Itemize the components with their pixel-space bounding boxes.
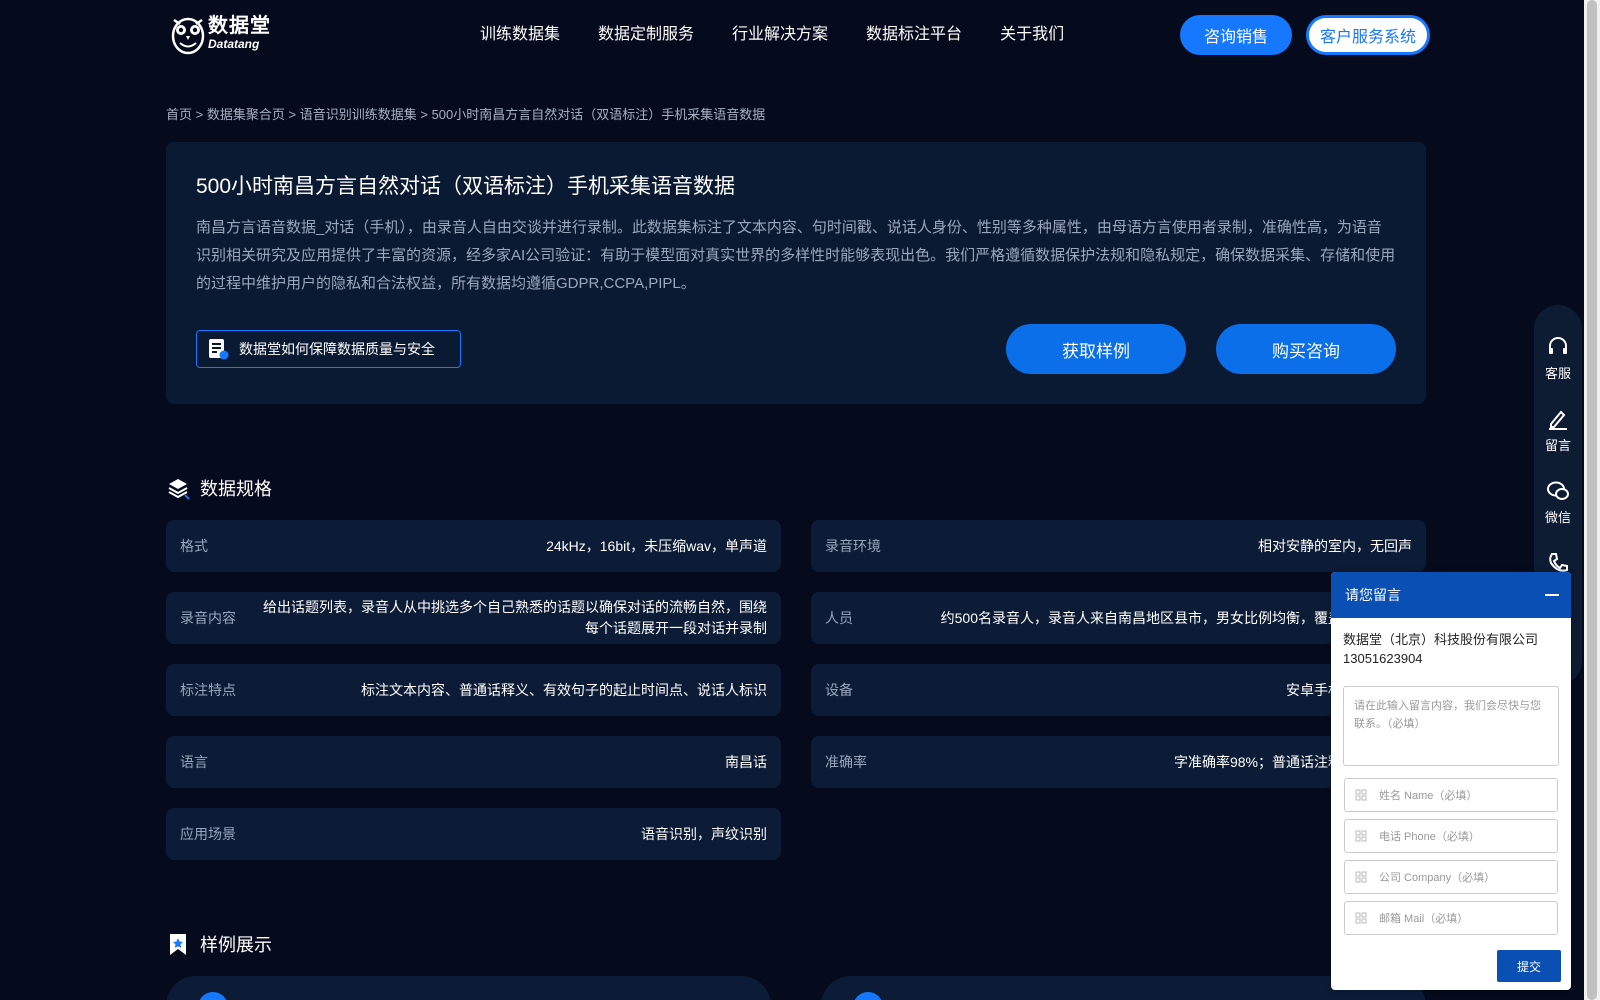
spec-row: 格式 24kHz，16bit，未压缩wav，单声道 — [166, 520, 781, 572]
page-title: 500小时南昌方言自然对话（双语标注）手机采集语音数据 — [196, 175, 736, 198]
field-grid-icon — [1355, 830, 1367, 842]
field-placeholder: 邮箱 Mail（必填） — [1379, 913, 1469, 925]
spec-key: 设备 — [825, 682, 853, 698]
wechat-icon — [1547, 481, 1569, 500]
spec-key: 录音环境 — [825, 538, 881, 554]
spec-key: 格式 — [180, 538, 208, 554]
spec-row: 语言 南昌话 — [166, 736, 781, 788]
quality-security-link[interactable]: 数据堂如何保障数据质量与安全 — [196, 330, 461, 368]
nav-datasets[interactable]: 训练数据集 — [480, 20, 560, 44]
sidebar-label: 留言 — [1544, 438, 1571, 453]
spec-value: 给出话题列表，录音人从中挑选多个自己熟悉的话题以确保对话的流畅自然，围绕每个话题… — [263, 599, 767, 636]
logo-cn-text: 数据堂 — [208, 15, 271, 37]
name-field[interactable]: 姓名 Name（必填） — [1344, 778, 1558, 812]
sample-badge-icon — [198, 992, 228, 1000]
company-field[interactable]: 公司 Company（必填） — [1344, 860, 1558, 894]
message-title: 请您留言 — [1345, 587, 1401, 603]
spec-value: 语音识别，声纹识别 — [641, 825, 767, 842]
logo-en-text: Datatang — [208, 37, 260, 51]
sidebar-label: 微信 — [1544, 510, 1571, 525]
spec-key: 人员 — [825, 610, 853, 626]
scrollbar-thumb[interactable] — [1587, 0, 1597, 1000]
nav-about[interactable]: 关于我们 — [1000, 20, 1064, 44]
buy-consult-button[interactable]: 购买咨询 — [1216, 324, 1396, 374]
spec-key: 准确率 — [825, 754, 867, 770]
sidebar-label: 客服 — [1544, 366, 1571, 381]
sample-card — [166, 976, 771, 1000]
sidebar-message[interactable]: 留言 — [1534, 407, 1582, 454]
site-header: 数据堂 Datatang 训练数据集 数据定制服务 行业解决方案 数据标注平台 … — [0, 0, 1568, 70]
nav-custom-service[interactable]: 数据定制服务 — [598, 20, 694, 44]
spec-row: 录音环境 相对安静的室内，无回声 — [811, 520, 1426, 572]
field-placeholder: 公司 Company（必填） — [1379, 872, 1496, 884]
sidebar-wechat[interactable]: 微信 — [1534, 479, 1582, 526]
samples-title-text: 样例展示 — [200, 935, 272, 955]
headset-icon — [1549, 337, 1567, 354]
owl-logo-icon — [171, 17, 205, 55]
dataset-description: 南昌方言语音数据_对话（手机），由录音人自由交谈并进行录制。此数据集标注了文本内… — [196, 219, 1396, 292]
page-scrollbar[interactable] — [1584, 0, 1600, 1000]
spec-value: 南昌话 — [725, 753, 767, 770]
breadcrumb: 首页 > 数据集聚合页 > 语音识别训练数据集 > 500小时南昌方言自然对话（… — [166, 104, 765, 123]
customer-service-button[interactable]: 客户服务系统 — [1306, 15, 1430, 55]
breadcrumb-sep: > — [420, 107, 428, 122]
phone-field[interactable]: 电话 Phone（必填） — [1344, 819, 1558, 853]
submit-button[interactable]: 提交 — [1497, 950, 1561, 982]
sidebar-customer-service[interactable]: 客服 — [1534, 335, 1582, 382]
edit-icon — [1549, 410, 1567, 430]
spec-title-text: 数据规格 — [200, 479, 272, 499]
field-grid-icon — [1355, 871, 1367, 883]
breadcrumb-level1[interactable]: 数据集聚合页 — [207, 107, 285, 122]
company-phone: 13051623904 — [1343, 651, 1423, 666]
message-textarea[interactable]: 请在此输入留言内容，我们会尽快与您联系。（必填） — [1343, 686, 1559, 766]
field-grid-icon — [1355, 789, 1367, 801]
consult-sales-button[interactable]: 咨询销售 — [1180, 15, 1292, 55]
spec-row: 应用场景 语音识别，声纹识别 — [166, 808, 781, 860]
message-panel: 请您留言 数据堂（北京）科技股份有限公司 13051623904 请在此输入留言… — [1331, 572, 1571, 990]
spec-value: 相对安静的室内，无回声 — [1258, 537, 1412, 554]
spec-row: 标注特点 标注文本内容、普通话释义、有效句子的起止时间点、说话人标识 — [166, 664, 781, 716]
logo[interactable]: 数据堂 Datatang — [168, 8, 280, 58]
email-field[interactable]: 邮箱 Mail（必填） — [1344, 901, 1558, 935]
dataset-hero: 500小时南昌方言自然对话（双语标注）手机采集语音数据 南昌方言语音数据_对话（… — [166, 142, 1426, 404]
spec-value: 24kHz，16bit，未压缩wav，单声道 — [546, 537, 767, 554]
quality-link-label: 数据堂如何保障数据质量与安全 — [239, 341, 435, 357]
field-placeholder: 电话 Phone（必填） — [1379, 831, 1480, 843]
spec-key: 应用场景 — [180, 826, 236, 842]
spec-key: 语言 — [180, 754, 208, 770]
get-sample-button[interactable]: 获取样例 — [1006, 324, 1186, 374]
spec-section-title: 数据规格 — [166, 475, 272, 501]
spec-value: 标注文本内容、普通话释义、有效句子的起止时间点、说话人标识 — [361, 681, 767, 698]
company-name: 数据堂（北京）科技股份有限公司 — [1343, 632, 1539, 647]
nav-solutions[interactable]: 行业解决方案 — [732, 20, 828, 44]
document-shield-icon — [209, 339, 229, 360]
spec-key: 录音内容 — [180, 610, 236, 626]
breadcrumb-home[interactable]: 首页 — [166, 107, 192, 122]
breadcrumb-current: 500小时南昌方言自然对话（双语标注）手机采集语音数据 — [431, 107, 766, 122]
breadcrumb-sep: > — [195, 107, 204, 122]
layers-icon — [168, 479, 190, 500]
spec-key: 标注特点 — [180, 682, 236, 698]
spec-row: 录音内容 给出话题列表，录音人从中挑选多个自己熟悉的话题以确保对话的流畅自然，围… — [166, 592, 781, 644]
nav-annotation-platform[interactable]: 数据标注平台 — [866, 20, 962, 44]
samples-section-title: 样例展示 — [166, 931, 272, 957]
main-nav: 训练数据集 数据定制服务 行业解决方案 数据标注平台 关于我们 — [480, 20, 1064, 44]
breadcrumb-sep: > — [288, 107, 297, 122]
message-header: 请您留言 — [1331, 572, 1571, 618]
field-placeholder: 姓名 Name（必填） — [1379, 790, 1478, 802]
field-grid-icon — [1355, 912, 1367, 924]
minimize-icon[interactable] — [1545, 594, 1559, 596]
company-info: 数据堂（北京）科技股份有限公司 13051623904 — [1331, 618, 1571, 668]
bookmark-star-icon — [170, 934, 186, 955]
sample-badge-icon — [853, 992, 883, 1000]
breadcrumb-level2[interactable]: 语音识别训练数据集 — [300, 107, 417, 122]
